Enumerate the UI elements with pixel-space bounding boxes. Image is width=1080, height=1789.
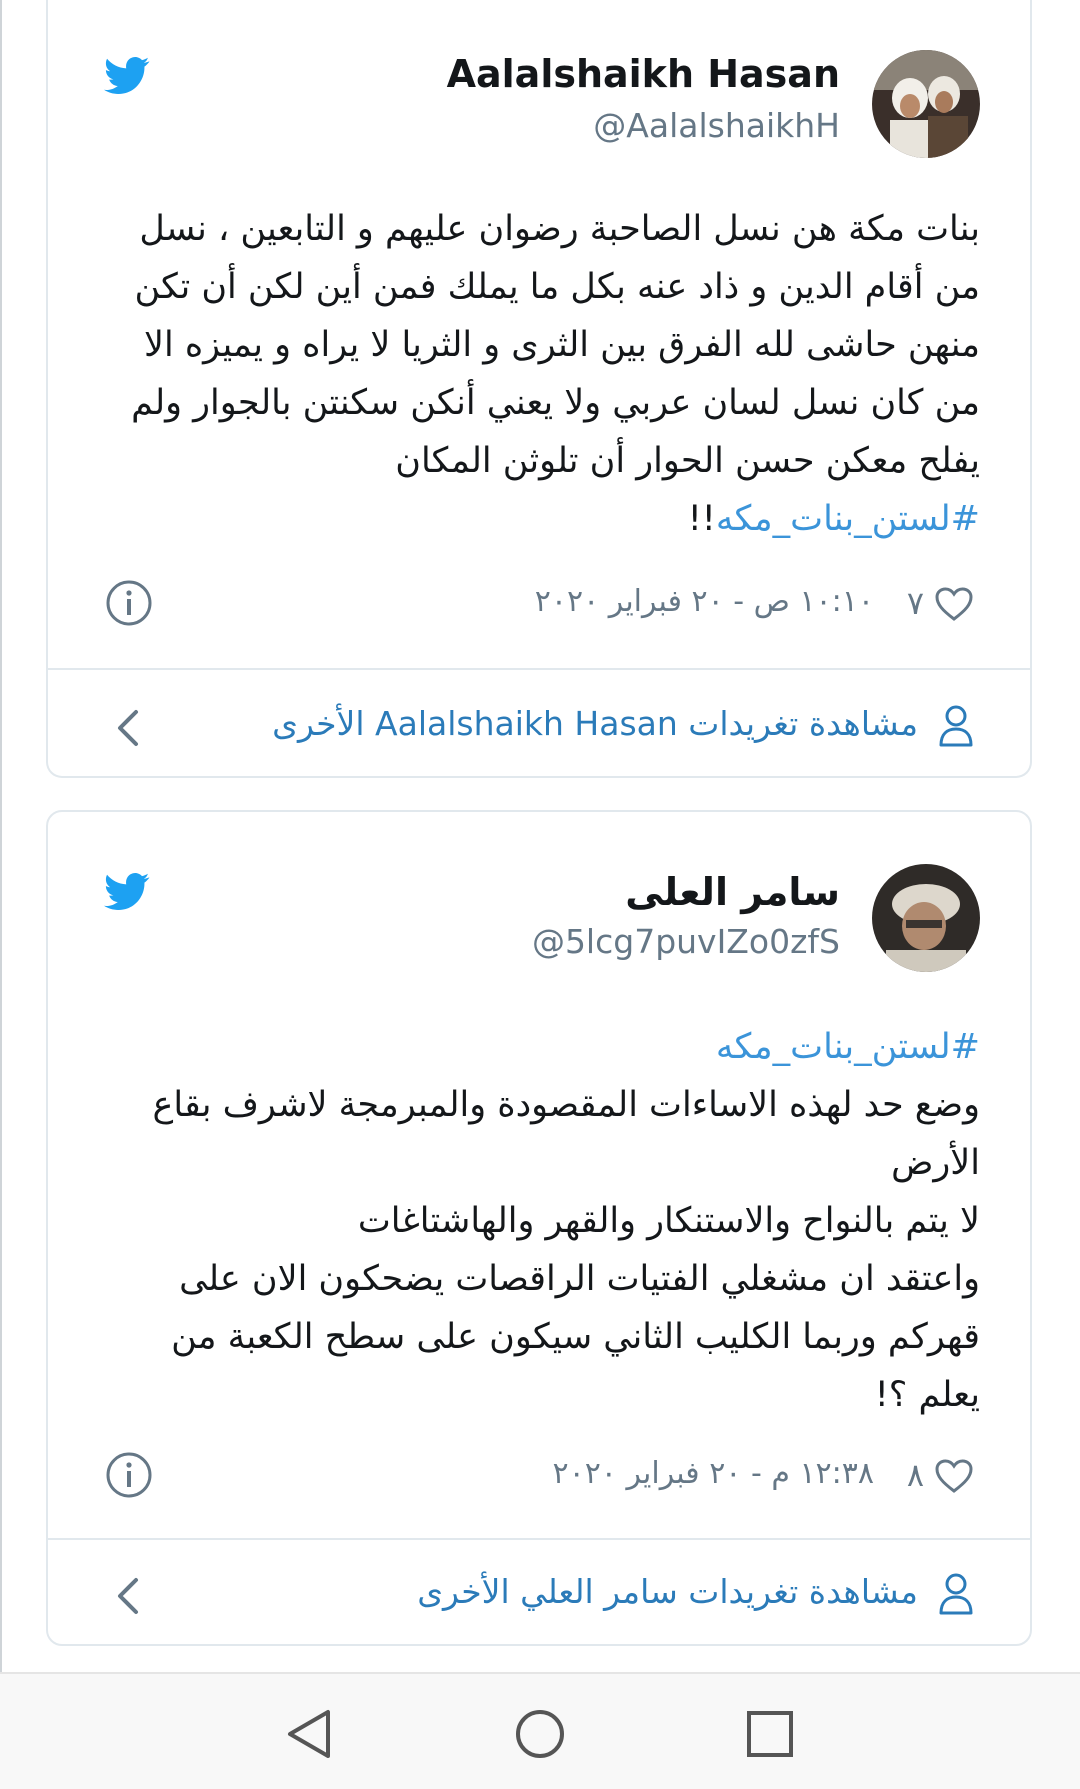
twitter-bird-icon[interactable] — [104, 872, 150, 912]
tweet-card[interactable]: Aalalshaikh Hasan @AalalshaikhH بنات مكة… — [46, 0, 1032, 778]
twitter-bird-icon[interactable] — [104, 56, 150, 96]
tweet-meta: ١٢:٣٨ م - ٢٠ فبراير ٢٠٢٠ ٨ — [48, 1450, 1030, 1510]
tweet-text-line: وضع حد لهذه الاساءات المقصودة والمبرمجة … — [152, 1085, 980, 1125]
tweet-text-line: بنات مكة هن نسل الصاحبة رضوان عليهم و ال… — [139, 209, 980, 249]
info-icon[interactable] — [104, 1450, 154, 1500]
tweet-text-line: قهركم وربما الكليب الثاني سيكون على سطح … — [171, 1317, 980, 1357]
divider — [48, 668, 1030, 670]
chevron-left-icon — [118, 1578, 138, 1614]
view-more-tweets-label[interactable]: مشاهدة تغريدات سامر العلي الأخرى — [417, 1572, 918, 1611]
like-count: ٧ — [906, 584, 924, 622]
view-more-tweets-label[interactable]: مشاهدة تغريدات Aalalshaikh Hasan الأخرى — [272, 704, 918, 743]
view-more-tweets-link[interactable]: مشاهدة تغريدات سامر العلي الأخرى — [48, 1544, 1030, 1644]
system-navigation-bar — [0, 1672, 1080, 1789]
left-edge-divider — [0, 0, 2, 1672]
tweet-meta: ١٠:١٠ ص - ٢٠ فبراير ٢٠٢٠ ٧ — [48, 578, 1030, 638]
heart-icon[interactable] — [934, 586, 974, 622]
tweet-text-line: يعلم ؟! — [874, 1375, 980, 1415]
like-count: ٨ — [906, 1456, 924, 1494]
tweet-text-line: واعتقد ان مشغلي الفتيات الراقصات يضحكون … — [179, 1259, 980, 1299]
tweet-text-line: من كان نسل لسان عربي ولا يعني أنكن سكنتن… — [131, 383, 980, 423]
avatar[interactable] — [872, 50, 980, 158]
chevron-left-icon — [118, 710, 138, 746]
info-icon[interactable] — [104, 578, 154, 628]
heart-icon[interactable] — [934, 1458, 974, 1494]
hashtag-link[interactable]: #لستن_بنات_مكه — [716, 499, 980, 539]
tweet-text-line: الأرض — [891, 1143, 980, 1183]
view-more-tweets-link[interactable]: مشاهدة تغريدات Aalalshaikh Hasan الأخرى — [48, 676, 1030, 776]
tweet-text-line: لا يتم بالنواح والاستنكار والقهر والهاشت… — [357, 1201, 980, 1241]
recents-square-icon[interactable] — [742, 1706, 798, 1762]
tweet-text: #لستن_بنات_مكه وضع حد لهذه الاساءات المق… — [126, 1018, 980, 1424]
tweet-text: بنات مكة هن نسل الصاحبة رضوان عليهم و ال… — [126, 200, 980, 548]
tweet-timestamp[interactable]: ١٠:١٠ ص - ٢٠ فبراير ٢٠٢٠ — [535, 584, 874, 619]
avatar[interactable] — [872, 864, 980, 972]
back-triangle-icon[interactable] — [282, 1706, 338, 1762]
tweet-card[interactable]: سامر العلى @5lcg7puvIZo0zfS #لستن_بنات_م… — [46, 810, 1032, 1646]
user-icon — [939, 705, 973, 747]
hashtag-link[interactable]: #لستن_بنات_مكه — [126, 1018, 980, 1076]
user-icon — [939, 1573, 973, 1615]
user-handle[interactable]: @AalalshaikhH — [593, 106, 840, 145]
tweet-text-line: !!#لستن_بنات_مكه — [126, 490, 980, 548]
user-handle[interactable]: @5lcg7puvIZo0zfS — [532, 922, 840, 961]
display-name[interactable]: سامر العلى — [625, 870, 840, 914]
tweet-text-line: منهن حاشى لله الفرق بين الثرى و الثريا ل… — [144, 325, 980, 365]
home-circle-icon[interactable] — [512, 1706, 568, 1762]
tweet-text-line: من أقام الدين و ذاد عنه بكل ما يملك فمن … — [134, 267, 980, 307]
exclamation-text: !! — [687, 499, 716, 539]
divider — [48, 1538, 1030, 1540]
tweet-text-line: يفلح معكن حسن الحوار أن تلوثن المكان — [395, 441, 980, 481]
display-name[interactable]: Aalalshaikh Hasan — [447, 52, 840, 96]
tweet-timestamp[interactable]: ١٢:٣٨ م - ٢٠ فبراير ٢٠٢٠ — [552, 1456, 874, 1491]
